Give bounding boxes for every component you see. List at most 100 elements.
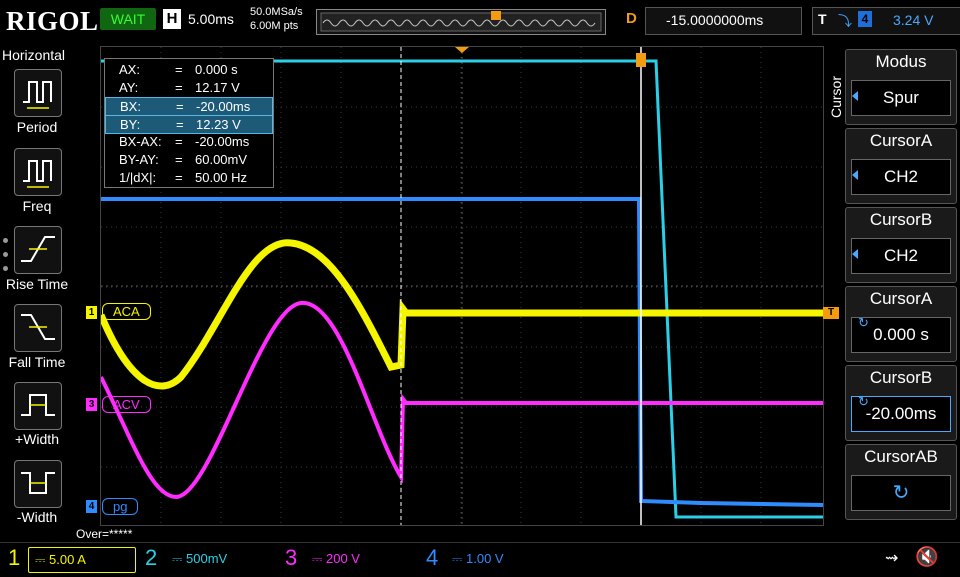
left-arrow-icon bbox=[852, 249, 858, 259]
cursor-b-source-value: CH2 bbox=[851, 238, 951, 274]
readout-row-bx: BX: = -20.00ms bbox=[105, 97, 273, 116]
ch1-scale-box[interactable]: ⎓ 5.00 A bbox=[28, 547, 136, 573]
sample-rate: 50.0MSa/s bbox=[250, 6, 303, 18]
memory-overview-bar[interactable] bbox=[316, 9, 606, 35]
mode-menu-item[interactable]: Modus Spur bbox=[845, 49, 957, 125]
horizontal-label: H bbox=[163, 9, 181, 29]
page-dot bbox=[3, 252, 8, 257]
speaker-mute-icon[interactable]: 🔇 bbox=[915, 545, 939, 569]
trigger-source: 4 bbox=[858, 11, 872, 27]
pos-width-icon bbox=[21, 394, 55, 416]
trigger-marker-top bbox=[455, 47, 469, 53]
readout-row-ay: AY: = 12.17 V bbox=[119, 80, 240, 95]
knob-icon: ↻ bbox=[858, 394, 869, 409]
cursor-menu-title: Cursor bbox=[828, 75, 844, 118]
ch1-trace bbox=[101, 239, 823, 390]
mode-value: Spur bbox=[851, 80, 951, 116]
rise-time-label: Rise Time bbox=[5, 276, 69, 292]
period-icon bbox=[23, 81, 52, 109]
readout-row-by: BY: = 12.23 V bbox=[105, 115, 273, 134]
overload-indicator: Over=***** bbox=[76, 527, 133, 541]
neg-width-icon bbox=[21, 472, 55, 494]
ch1-scale: 5.00 A bbox=[49, 552, 86, 567]
ch3-scale-box[interactable]: ⎓ 200 V bbox=[306, 547, 414, 571]
cursor-menu-title-box: Cursor bbox=[826, 70, 846, 130]
readout-row-inv-dx: 1/|dX|: = 50.00 Hz bbox=[119, 170, 248, 185]
ch4-number[interactable]: 4 bbox=[426, 545, 438, 571]
memory-depth: 6.00M pts bbox=[250, 20, 299, 32]
period-button[interactable] bbox=[14, 69, 62, 117]
falling-edge-icon: ⤵ bbox=[838, 13, 852, 29]
left-arrow-icon bbox=[852, 91, 858, 101]
cursor-b-source-head: CursorB bbox=[869, 210, 933, 229]
knob-icon: ↻ bbox=[892, 482, 910, 504]
delay-label: D bbox=[626, 10, 637, 27]
ch1-marker[interactable]: 1 bbox=[86, 306, 97, 319]
dc-coupling-icon: ⎓ bbox=[35, 552, 46, 567]
fall-time-button[interactable] bbox=[14, 304, 62, 352]
neg-width-label: -Width bbox=[16, 509, 58, 525]
cursor-readout-panel: AX: = 0.000 s AY: = 12.17 V BX: = -20.00ms BY:… bbox=[104, 58, 274, 188]
timebase-value[interactable]: 5.00ms bbox=[188, 11, 234, 27]
ch4-scale: 1.00 V bbox=[466, 551, 504, 566]
mode-head: Modus bbox=[875, 52, 927, 71]
memory-overview-waveform bbox=[320, 11, 602, 32]
trigger-level: 3.24 V bbox=[893, 12, 934, 28]
ch4-scale-box[interactable]: ⎓ 1.00 V bbox=[446, 547, 554, 571]
fall-time-icon bbox=[21, 314, 55, 340]
page-dot bbox=[3, 238, 8, 243]
ch4-marker[interactable]: 4 bbox=[86, 500, 97, 513]
cursor-a-position-item[interactable]: CursorA 0.000 s ↻ bbox=[845, 286, 957, 362]
cursor-a-source-value: CH2 bbox=[851, 159, 951, 195]
rise-time-button[interactable] bbox=[14, 226, 62, 274]
usb-icon: ⇝ bbox=[885, 550, 899, 567]
dc-coupling-icon: ⎓ bbox=[172, 551, 183, 566]
cursor-a-position-head: CursorA bbox=[869, 289, 933, 308]
rise-time-icon bbox=[21, 236, 55, 262]
cursor-ab-item[interactable]: CursorAB ↻ bbox=[845, 444, 957, 520]
cursor-a-source-item[interactable]: CursorA CH2 bbox=[845, 128, 957, 204]
left-arrow-icon bbox=[852, 170, 858, 180]
period-label: Period bbox=[16, 119, 58, 135]
pos-width-label: +Width bbox=[15, 431, 59, 447]
neg-width-button[interactable] bbox=[14, 460, 62, 508]
cursor-b-position-item[interactable]: CursorB -20.00ms ↻ bbox=[845, 365, 957, 441]
trigger-box[interactable] bbox=[812, 7, 960, 35]
cursor-a-source-head: CursorA bbox=[869, 131, 933, 150]
ch3-label: ACV bbox=[102, 396, 151, 413]
delay-value: -15.0000000ms bbox=[666, 12, 764, 28]
dc-coupling-icon: ⎓ bbox=[312, 551, 323, 566]
readout-row-by-ay: BY-AY: = 60.00mV bbox=[119, 152, 248, 167]
ch2-scale: 500mV bbox=[186, 551, 228, 566]
freq-button[interactable] bbox=[14, 148, 62, 196]
trigger-position-marker bbox=[491, 11, 501, 20]
page-dot bbox=[3, 266, 8, 271]
cursor-a-marker bbox=[636, 53, 646, 67]
horizontal-menu-title: Horizontal bbox=[2, 47, 66, 63]
horizontal-measure-menu: Horizontal Period Freq Rise Time Fall Ti… bbox=[0, 42, 74, 542]
pos-width-button[interactable] bbox=[14, 382, 62, 430]
ch3-number[interactable]: 3 bbox=[285, 545, 297, 571]
ch2-scale-box[interactable]: ⎓ 500mV bbox=[166, 547, 274, 571]
knob-icon: ↻ bbox=[858, 315, 869, 330]
acquisition-status: WAIT bbox=[100, 8, 156, 30]
freq-label: Freq bbox=[22, 198, 52, 214]
ch1-label: ACA bbox=[102, 303, 151, 320]
cursor-b-position-head: CursorB bbox=[869, 368, 933, 387]
readout-row-bx-ax: BX-AX: = -20.00ms bbox=[119, 134, 250, 149]
freq-icon bbox=[23, 160, 52, 188]
trigger-level-marker[interactable]: T bbox=[823, 307, 839, 319]
dc-coupling-icon: ⎓ bbox=[452, 551, 463, 566]
cursor-ab-head: CursorAB bbox=[864, 447, 938, 466]
cursor-b-source-item[interactable]: CursorB CH2 bbox=[845, 207, 957, 283]
ch4-label: pg bbox=[102, 498, 139, 515]
cursor-ab-value: ↻ bbox=[851, 475, 951, 511]
trigger-label: T bbox=[818, 11, 827, 27]
ch1-number[interactable]: 1 bbox=[8, 545, 20, 571]
readout-row-ax: AX: = 0.000 s bbox=[119, 62, 238, 77]
ch3-marker[interactable]: 3 bbox=[86, 398, 97, 411]
ch3-scale: 200 V bbox=[326, 551, 360, 566]
fall-time-label: Fall Time bbox=[8, 354, 66, 370]
ch2-number[interactable]: 2 bbox=[145, 545, 157, 571]
rigol-logo: RIGOL bbox=[6, 6, 99, 36]
